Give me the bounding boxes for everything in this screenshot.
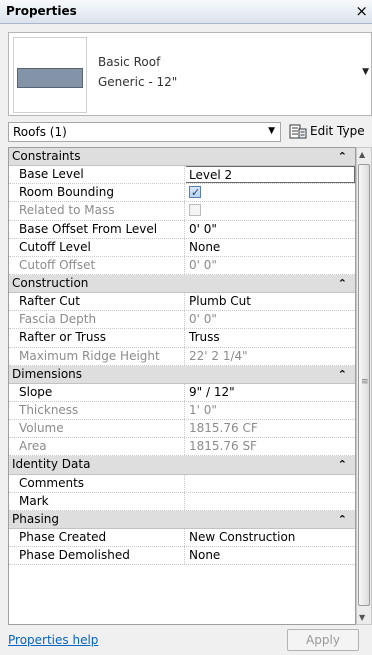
apply-button[interactable]: Apply	[287, 629, 359, 651]
group-header-construction[interactable]: Construction ⌃	[9, 274, 355, 294]
group-header-phasing[interactable]: Phasing ⌃	[9, 510, 355, 529]
property-value[interactable]	[186, 475, 355, 492]
property-label: Room Bounding	[9, 184, 185, 202]
property-value[interactable]	[186, 493, 355, 510]
property-value: 22' 2 1/4"	[189, 348, 248, 363]
edit-type-icon	[289, 124, 307, 139]
property-row: Cutoff Level None	[9, 238, 355, 257]
group-header-dimensions[interactable]: Dimensions ⌃	[9, 365, 355, 384]
group-header-constraints[interactable]: Constraints ⌃	[9, 148, 355, 167]
checkbox-unchecked	[189, 204, 201, 217]
properties-grid: Constraints ⌃ Base Level Level 2 Room Boundi…	[8, 147, 356, 625]
type-selector[interactable]: Basic Roof Generic - 12" ▼	[8, 32, 372, 116]
edit-type-label: Edit Type	[310, 124, 365, 138]
property-value[interactable]: None	[186, 547, 355, 564]
type-family-name: Basic Roof	[98, 55, 161, 69]
property-row: Area 1815.76 SF	[9, 438, 355, 457]
property-value-cell: Level 2	[186, 166, 355, 184]
property-row: Base Level Level 2	[9, 166, 355, 185]
property-row: Comments	[9, 474, 355, 493]
property-value: 1' 0"	[189, 402, 217, 417]
property-label: Rafter or Truss	[9, 329, 185, 347]
property-value[interactable]: 9" / 12"	[186, 384, 355, 401]
property-value[interactable]: None	[186, 239, 355, 256]
property-label: Area	[9, 438, 185, 456]
filter-value: Roofs (1)	[13, 125, 67, 139]
property-label: Rafter Cut	[9, 293, 185, 311]
title-bar: Properties ×	[0, 0, 372, 24]
collapse-chevron-icon[interactable]: ⌃	[338, 148, 347, 165]
property-value: 0' 0"	[189, 257, 217, 272]
property-row: Volume 1815.76 CF	[9, 420, 355, 439]
collapse-chevron-icon[interactable]: ⌃	[338, 511, 347, 528]
property-label: Phase Demolished	[9, 547, 185, 565]
property-row: Room Bounding	[9, 184, 355, 203]
property-row: Related to Mass	[9, 202, 355, 221]
property-label: Phase Created	[9, 528, 185, 547]
property-label: Fascia Depth	[9, 311, 185, 329]
group-title: Construction	[12, 275, 89, 290]
property-label: Slope	[9, 383, 185, 401]
type-name: Generic - 12"	[98, 75, 178, 89]
property-value: 1815.76 SF	[189, 439, 257, 454]
property-label: Maximum Ridge Height	[9, 347, 185, 365]
edit-type-button[interactable]: Edit Type	[287, 121, 372, 143]
close-icon[interactable]: ×	[355, 2, 368, 20]
footer: Properties help Apply	[0, 625, 372, 655]
property-value-cell	[186, 184, 355, 201]
property-label: Volume	[9, 420, 185, 438]
property-row: Base Offset From Level 0' 0"	[9, 220, 355, 239]
chevron-down-icon: ▼	[268, 126, 275, 136]
property-label: Thickness	[9, 401, 185, 420]
instance-filter-dropdown[interactable]: Roofs (1) ▼	[8, 122, 281, 142]
property-label: Comments	[9, 474, 185, 492]
property-value-input[interactable]: Level 2	[186, 166, 355, 184]
property-label: Cutoff Level	[9, 238, 185, 256]
collapse-chevron-icon[interactable]: ⌃	[338, 366, 347, 383]
vertical-scrollbar[interactable]: ▲ ≡ ▼	[356, 147, 372, 625]
scrollbar-thumb[interactable]: ≡	[358, 164, 370, 606]
property-value-cell	[186, 202, 355, 219]
property-value: 0' 0"	[189, 312, 217, 327]
property-label: Cutoff Offset	[9, 256, 185, 274]
checkbox-checked[interactable]	[189, 184, 201, 201]
group-title: Phasing	[12, 511, 60, 526]
group-title: Identity Data	[12, 457, 91, 472]
property-row: Rafter or Truss Truss	[9, 329, 355, 348]
scroll-down-icon[interactable]: ▼	[359, 613, 365, 622]
group-header-identity-data[interactable]: Identity Data ⌃	[9, 456, 355, 475]
property-row: Cutoff Offset 0' 0"	[9, 256, 355, 275]
type-dropdown-icon[interactable]: ▼	[362, 67, 369, 77]
collapse-chevron-icon[interactable]: ⌃	[338, 275, 347, 292]
property-label: Base Level	[9, 166, 185, 184]
property-value[interactable]: New Construction	[186, 529, 355, 546]
properties-help-link[interactable]: Properties help	[8, 633, 98, 647]
window-title: Properties	[6, 4, 77, 18]
property-row: Rafter Cut Plumb Cut	[9, 293, 355, 312]
property-row: Phase Created New Construction	[9, 528, 355, 548]
property-value: 1815.76 CF	[189, 421, 258, 436]
property-row: Fascia Depth 0' 0"	[9, 311, 355, 330]
group-title: Dimensions	[12, 366, 83, 381]
property-label: Related to Mass	[9, 202, 185, 220]
property-value[interactable]: 0' 0"	[186, 221, 355, 238]
property-row: Mark	[9, 492, 355, 511]
group-title: Constraints	[12, 149, 81, 163]
property-row: Maximum Ridge Height 22' 2 1/4"	[9, 347, 355, 366]
scroll-up-icon[interactable]: ▲	[359, 150, 365, 159]
collapse-chevron-icon[interactable]: ⌃	[338, 456, 347, 473]
property-label: Mark	[9, 492, 185, 510]
property-row: Phase Demolished None	[9, 547, 355, 566]
property-label: Base Offset From Level	[9, 220, 185, 238]
type-thumbnail	[13, 37, 87, 113]
scrollbar-grip-icon: ≡	[361, 377, 369, 387]
roof-preview-icon	[17, 68, 83, 88]
property-row: Thickness 1' 0"	[9, 401, 355, 421]
property-value[interactable]: Truss	[186, 329, 355, 346]
property-value[interactable]: Plumb Cut	[186, 293, 355, 310]
property-row: Slope 9" / 12"	[9, 383, 355, 402]
